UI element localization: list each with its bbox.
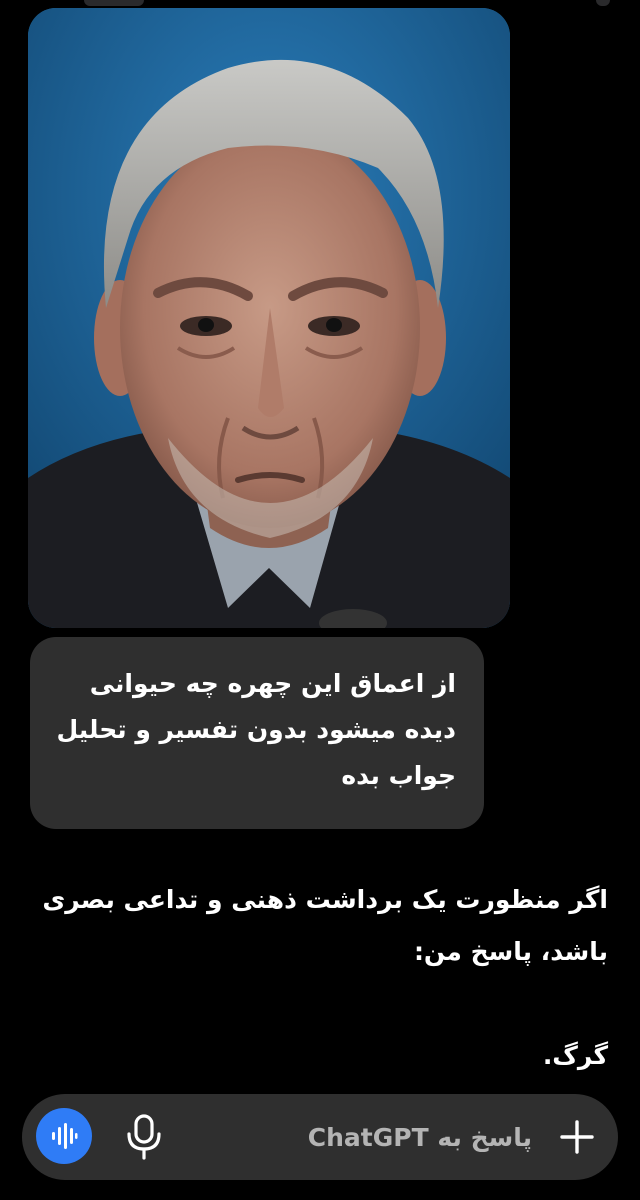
user-message-line: از اعماق این چهره چه حیوانی — [89, 669, 456, 698]
top-scroll-stub-right — [596, 0, 610, 6]
assistant-message: اگر منظورت یک برداشت ذهنی و تداعی بصری ب… — [28, 874, 608, 1082]
dictation-button[interactable] — [122, 1114, 166, 1160]
user-message-line: دیده میشود بدون تفسیر و تحلیل — [56, 715, 456, 744]
assistant-message-line: باشد، پاسخ من: — [413, 937, 608, 966]
user-message-bubble: از اعماق این چهره چه حیوانی دیده میشود ب… — [30, 637, 484, 829]
top-scroll-stub — [84, 0, 144, 6]
assistant-message-line: اگر منظورت یک برداشت ذهنی و تداعی بصری — [42, 885, 608, 914]
message-composer — [22, 1094, 618, 1180]
message-input[interactable] — [192, 1112, 532, 1162]
attached-photo[interactable] — [28, 8, 510, 628]
voice-mode-button[interactable] — [36, 1108, 92, 1164]
user-message-line: جواب بده — [341, 761, 456, 790]
attach-button[interactable] — [558, 1118, 596, 1156]
assistant-answer: گرگ. — [542, 1041, 608, 1070]
plus-icon — [560, 1120, 594, 1154]
microphone-icon — [127, 1114, 161, 1160]
portrait-illustration — [28, 8, 510, 628]
voice-waveform-icon — [52, 1123, 78, 1149]
